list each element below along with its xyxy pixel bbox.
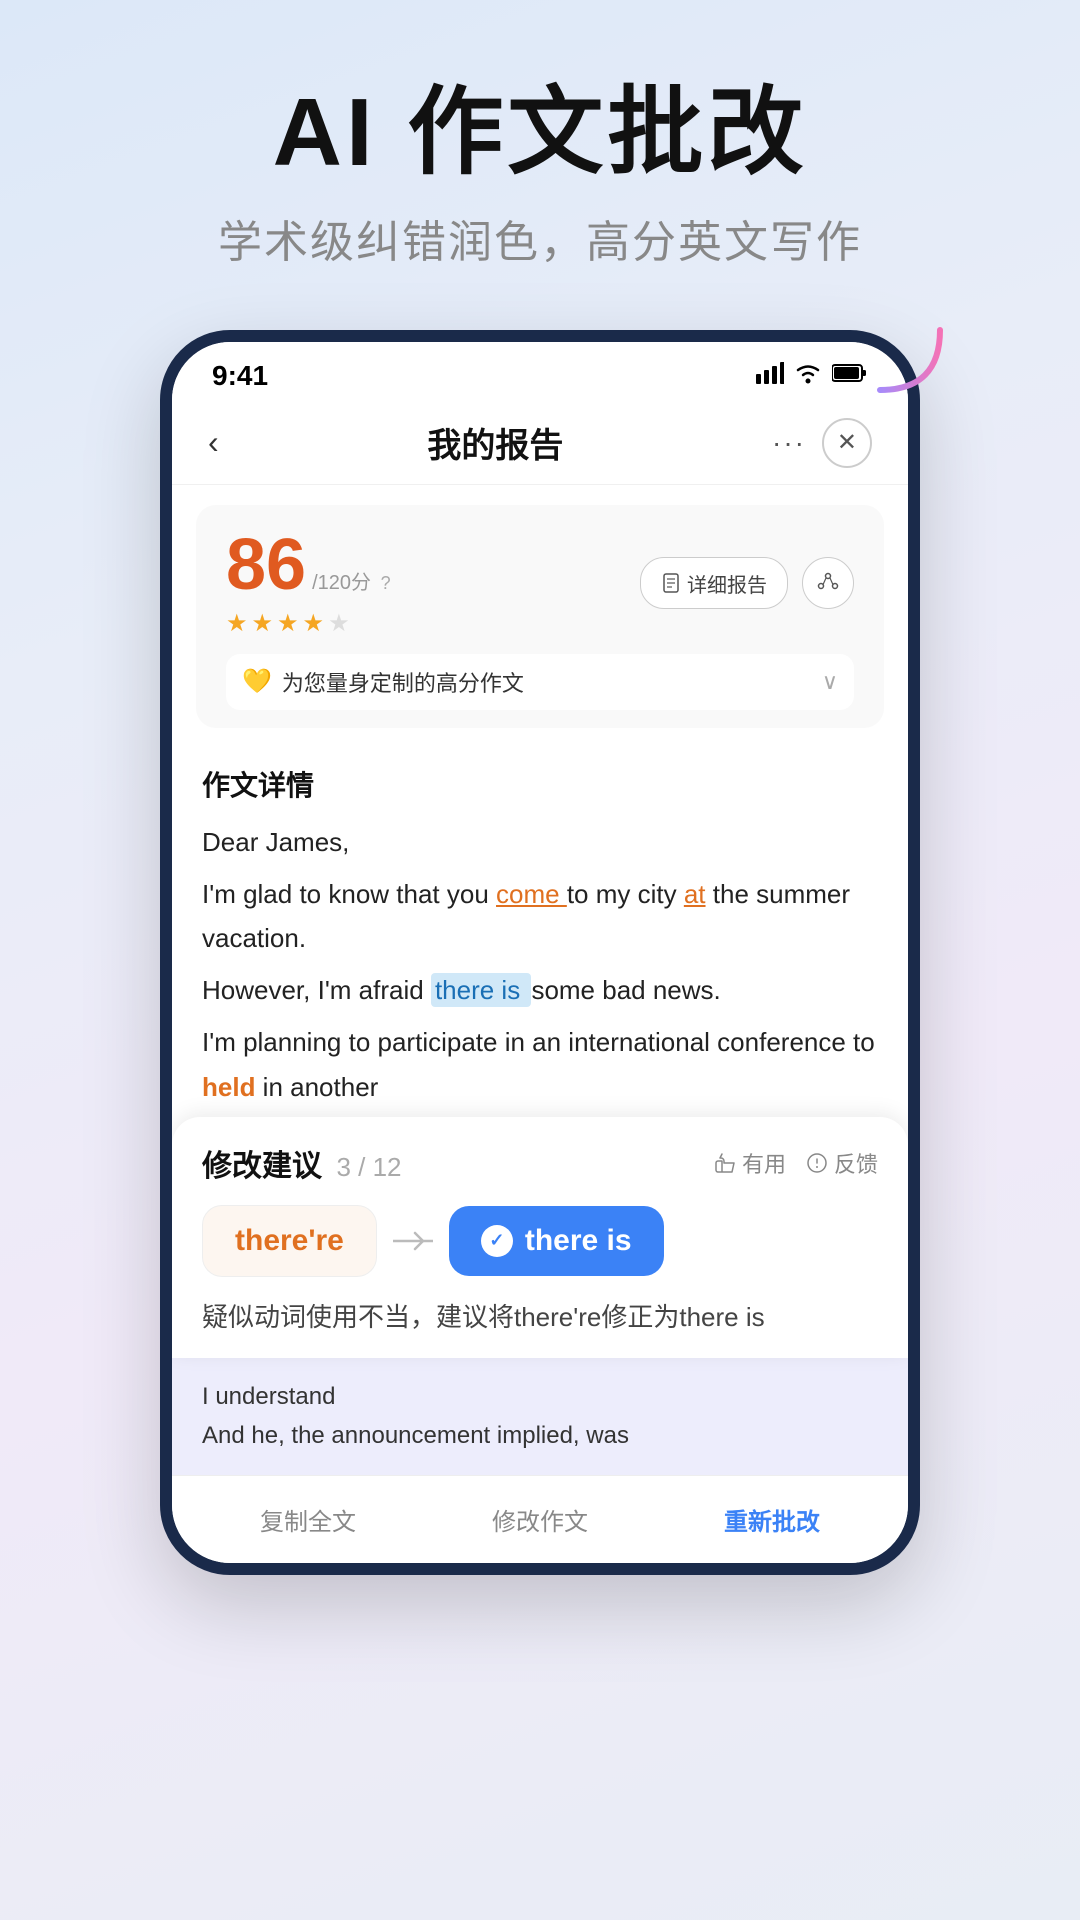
essay-para-1: Dear James, xyxy=(202,820,878,864)
wifi-icon xyxy=(794,362,822,390)
detail-report-button[interactable]: 详细报告 xyxy=(640,557,788,609)
example-section: I understand And he, the announcement im… xyxy=(172,1358,908,1475)
phone-frame: 9:41 ‹ 我的报告 ··· xyxy=(160,330,920,1576)
suggestion-header: 修改建议 3 / 12 有用 xyxy=(202,1141,878,1185)
held-highlight: held xyxy=(202,1072,255,1102)
suggestion-panel: 修改建议 3 / 12 有用 xyxy=(172,1117,908,1359)
come-highlight: come xyxy=(496,879,567,909)
status-icons xyxy=(756,362,868,390)
example-text-2: And he, the announcement implied, was xyxy=(202,1417,878,1455)
page-title: AI 作文批改 xyxy=(218,80,862,186)
phone-wrapper: 9:41 ‹ 我的报告 ··· xyxy=(160,330,920,1576)
useful-button[interactable]: 有用 xyxy=(714,1147,786,1179)
feedback-button[interactable]: 反馈 xyxy=(806,1147,878,1179)
essay-section-title: 作文详情 xyxy=(196,764,884,804)
recheck-button[interactable]: 重新批改 xyxy=(704,1492,840,1547)
signal-icon xyxy=(756,362,784,390)
copy-button[interactable]: 复制全文 xyxy=(240,1492,376,1547)
heart-icon: 💛 xyxy=(242,667,272,696)
score-right: 详细报告 xyxy=(640,557,854,609)
star-4: ★ xyxy=(303,609,325,638)
original-word-box: there're xyxy=(202,1205,377,1277)
chevron-down-icon: ∨ xyxy=(822,669,838,695)
score-number: 86 xyxy=(226,529,306,601)
corrected-word-box: ✓ there is xyxy=(449,1206,664,1276)
arrow-right-icon xyxy=(393,1229,433,1253)
feedback-icon xyxy=(806,1152,828,1174)
essay-para-3: However, I'm afraid there is some bad ne… xyxy=(202,968,878,1012)
suggestion-actions: 有用 反馈 xyxy=(714,1147,878,1179)
score-left: 86 /120分 ? ★ ★ ★ ★ ★ xyxy=(226,529,391,638)
custom-essay-hint[interactable]: 💛 为您量身定制的高分作文 ∨ xyxy=(226,654,854,710)
star-3: ★ xyxy=(277,609,299,638)
nav-actions: ··· ✕ xyxy=(772,418,872,468)
star-5: ★ xyxy=(328,609,350,638)
score-help-icon[interactable]: ? xyxy=(381,573,391,593)
check-icon: ✓ xyxy=(481,1225,513,1257)
bottom-toolbar: 复制全文 修改作文 重新批改 xyxy=(172,1475,908,1563)
hint-left: 💛 为您量身定制的高分作文 xyxy=(242,666,524,698)
essay-para-2: I'm glad to know that you come to my cit… xyxy=(202,872,878,960)
back-button[interactable]: ‹ xyxy=(208,424,219,461)
essay-para-4: I'm planning to participate in an intern… xyxy=(202,1020,878,1108)
more-button[interactable]: ··· xyxy=(772,427,806,459)
share-icon xyxy=(817,572,839,594)
status-time: 9:41 xyxy=(212,360,268,392)
essay-section: 作文详情 Dear James, I'm glad to know that y… xyxy=(172,748,908,1109)
suggestion-title: 修改建议 xyxy=(202,1150,322,1183)
score-card: 86 /120分 ? ★ ★ ★ ★ ★ xyxy=(196,505,884,728)
edit-button[interactable]: 修改作文 xyxy=(472,1492,608,1547)
score-top: 86 /120分 ? ★ ★ ★ ★ ★ xyxy=(226,529,854,638)
deco-arc xyxy=(870,320,950,400)
essay-text: Dear James, I'm glad to know that you co… xyxy=(196,820,884,1109)
at-highlight: at xyxy=(684,879,706,909)
page-subtitle: 学术级纠错润色，高分英文写作 xyxy=(218,206,862,270)
status-bar: 9:41 xyxy=(172,342,908,402)
star-1: ★ xyxy=(226,609,248,638)
star-2: ★ xyxy=(252,609,274,638)
suggestion-description: 疑似动词使用不当，建议将there're修正为there is xyxy=(202,1297,878,1339)
thumbs-up-icon xyxy=(714,1152,736,1174)
suggestion-title-group: 修改建议 3 / 12 xyxy=(202,1141,402,1185)
nav-title: 我的报告 xyxy=(427,418,563,467)
page-container: AI 作文批改 学术级纠错润色，高分英文写作 9:41 xyxy=(0,0,1080,1920)
share-button[interactable] xyxy=(802,557,854,609)
nav-bar: ‹ 我的报告 ··· ✕ xyxy=(172,402,908,485)
suggestion-count: 3 / 12 xyxy=(336,1152,401,1182)
there-is-highlight: there is xyxy=(431,973,532,1007)
battery-icon xyxy=(832,363,868,389)
report-icon xyxy=(661,573,681,593)
score-stars: ★ ★ ★ ★ ★ xyxy=(226,609,391,638)
score-max: /120分 ? xyxy=(312,566,391,595)
example-text-1: I understand xyxy=(202,1378,878,1416)
close-button[interactable]: ✕ xyxy=(822,418,872,468)
correction-row: there're ✓ there is xyxy=(202,1205,878,1277)
hint-text: 为您量身定制的高分作文 xyxy=(282,666,524,698)
header-section: AI 作文批改 学术级纠错润色，高分英文写作 xyxy=(218,80,862,270)
